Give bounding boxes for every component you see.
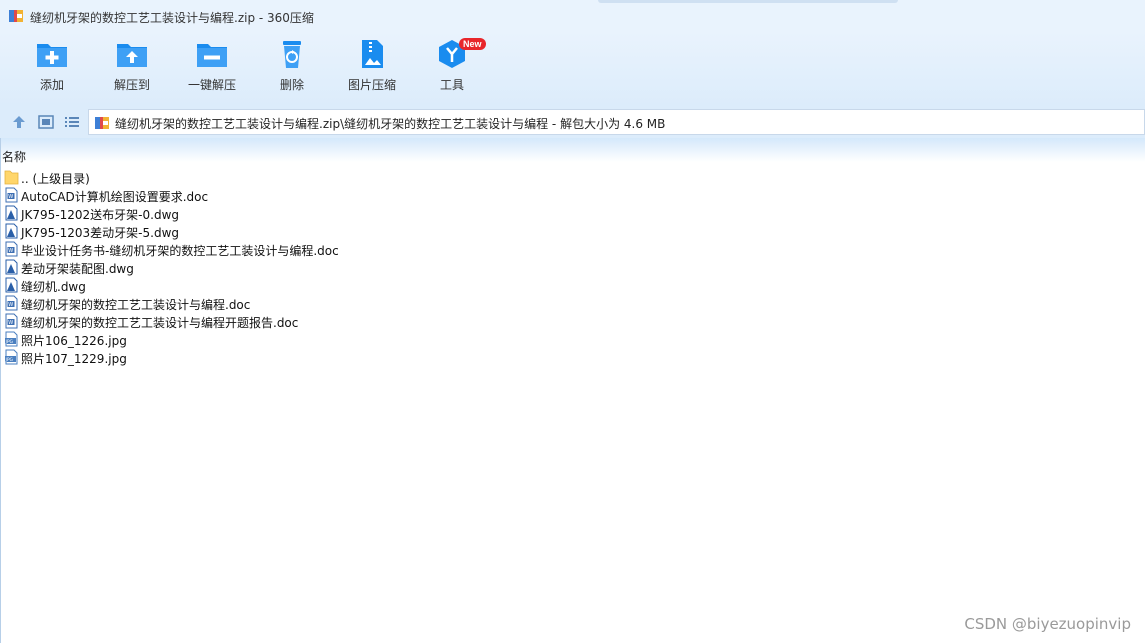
add-label: 添加 <box>39 78 64 92</box>
image-compress-button[interactable]: 图片压缩 <box>332 38 412 102</box>
name-column-header[interactable]: 名称 <box>2 148 26 165</box>
svg-text:W: W <box>8 194 13 200</box>
doc-file-icon: W <box>5 313 18 329</box>
doc-file-icon: W <box>5 187 18 203</box>
delete-button[interactable]: 删除 <box>252 38 332 102</box>
window-title: 缝纫机牙架的数控工艺工装设计与编程.zip - 360压缩 <box>30 11 314 25</box>
zip-archive-icon <box>95 117 109 129</box>
list-item[interactable]: W 毕业设计任务书-缝纫机牙架的数控工艺工装设计与编程.doc <box>0 240 1145 258</box>
list-item[interactable]: W 缝纫机牙架的数控工艺工装设计与编程开题报告.doc <box>0 312 1145 330</box>
title-bar-highlight <box>598 0 898 3</box>
file-name: AutoCAD计算机绘图设置要求.doc <box>21 190 209 204</box>
doc-file-icon: W <box>5 295 18 311</box>
main-toolbar: 添加 解压到 一键解压 删除 图片压缩 New 工具 <box>0 32 1145 106</box>
one-click-extract-button[interactable]: 一键解压 <box>172 38 252 102</box>
file-name: 毕业设计任务书-缝纫机牙架的数控工艺工装设计与编程.doc <box>21 244 339 258</box>
svg-text:JPG: JPG <box>5 339 14 345</box>
list-item[interactable]: JK795-1202送布牙架-0.dwg <box>0 204 1145 222</box>
list-item[interactable]: 差动牙架装配图.dwg <box>0 258 1145 276</box>
new-badge: New <box>459 38 486 50</box>
extract-to-button[interactable]: 解压到 <box>92 38 172 102</box>
watermark: CSDN @biyezuopinvip <box>964 615 1131 633</box>
recycle-bin-icon <box>283 41 301 68</box>
one-click-extract-icon <box>197 44 227 67</box>
doc-file-icon: W <box>5 241 18 257</box>
svg-text:W: W <box>8 248 13 254</box>
jpg-file-icon: JPG <box>5 349 18 365</box>
svg-text:JPG: JPG <box>5 357 14 363</box>
up-arrow-icon[interactable] <box>10 113 28 131</box>
file-list: .. (上级目录) W AutoCAD计算机绘图设置要求.doc JK795-1… <box>0 168 1145 366</box>
delete-label: 删除 <box>279 78 304 92</box>
dwg-file-icon <box>5 277 18 293</box>
svg-text:W: W <box>8 302 13 308</box>
file-name: JK795-1203差动牙架-5.dwg <box>21 226 180 240</box>
file-name: 缝纫机牙架的数控工艺工装设计与编程开题报告.doc <box>21 316 299 330</box>
list-item[interactable]: JPG 照片106_1226.jpg <box>0 330 1145 348</box>
zip-archive-icon <box>9 10 23 22</box>
add-button[interactable]: 添加 <box>12 38 92 102</box>
jpg-file-icon: JPG <box>5 331 18 347</box>
column-header-row: 名称 <box>0 138 1145 165</box>
navigation-bar: 缝纫机牙架的数控工艺工装设计与编程.zip\缝纫机牙架的数控工艺工装设计与编程 … <box>0 106 1145 138</box>
dwg-file-icon <box>5 223 18 239</box>
list-item[interactable]: 缝纫机.dwg <box>0 276 1145 294</box>
file-name: .. (上级目录) <box>21 172 90 186</box>
list-view-icon[interactable] <box>63 113 81 131</box>
tools-button[interactable]: New 工具 <box>412 38 492 102</box>
list-item[interactable]: .. (上级目录) <box>0 168 1145 186</box>
thumbnail-view-icon[interactable] <box>37 113 55 131</box>
one-click-extract-label: 一键解压 <box>187 78 236 92</box>
address-bar[interactable]: 缝纫机牙架的数控工艺工装设计与编程.zip\缝纫机牙架的数控工艺工装设计与编程 … <box>88 109 1145 135</box>
file-name: 照片106_1226.jpg <box>21 334 127 348</box>
title-bar: 缝纫机牙架的数控工艺工装设计与编程.zip - 360压缩 <box>0 0 1145 32</box>
file-name: 照片107_1229.jpg <box>21 352 127 366</box>
add-folder-icon <box>37 44 67 67</box>
list-item[interactable]: W AutoCAD计算机绘图设置要求.doc <box>0 186 1145 204</box>
list-item[interactable]: JK795-1203差动牙架-5.dwg <box>0 222 1145 240</box>
tools-label: 工具 <box>439 78 464 92</box>
dwg-file-icon <box>5 205 18 221</box>
file-name: 差动牙架装配图.dwg <box>21 262 134 276</box>
dwg-file-icon <box>5 259 18 275</box>
file-name: JK795-1202送布牙架-0.dwg <box>21 208 180 222</box>
image-compress-icon <box>362 40 383 68</box>
svg-text:W: W <box>8 320 13 326</box>
list-item[interactable]: JPG 照片107_1229.jpg <box>0 348 1145 366</box>
folder-icon <box>4 170 19 185</box>
image-compress-label: 图片压缩 <box>347 78 396 92</box>
extract-to-label: 解压到 <box>113 78 150 92</box>
file-name: 缝纫机牙架的数控工艺工装设计与编程.doc <box>21 298 251 312</box>
extract-to-folder-icon <box>117 44 147 67</box>
list-item[interactable]: W 缝纫机牙架的数控工艺工装设计与编程.doc <box>0 294 1145 312</box>
address-path: 缝纫机牙架的数控工艺工装设计与编程.zip\缝纫机牙架的数控工艺工装设计与编程 … <box>115 117 666 131</box>
file-name: 缝纫机.dwg <box>21 280 86 294</box>
